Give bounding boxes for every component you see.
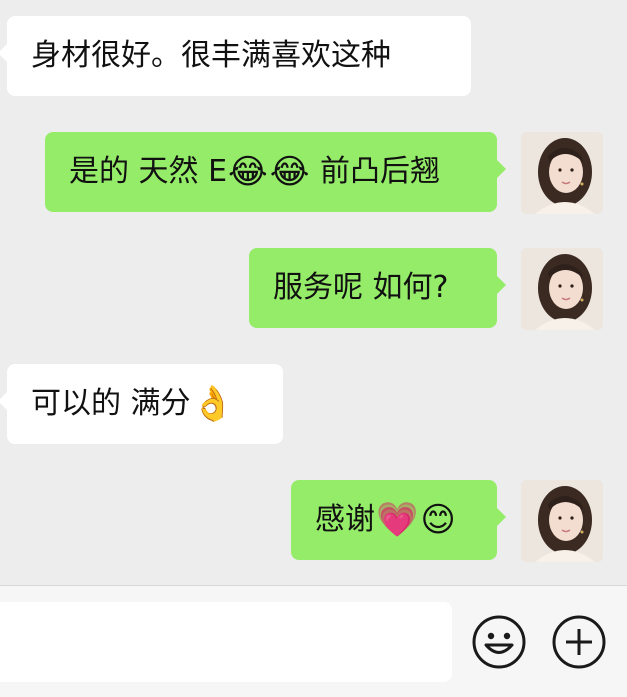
message-text: 可以的 满分 <box>31 386 191 421</box>
smiley-face-icon <box>472 615 526 669</box>
incoming-message-bubble[interactable]: 身材很好。很丰满喜欢这种 <box>0 16 471 96</box>
outgoing-message-bubble[interactable]: 感谢 💗 😊 <box>291 480 506 560</box>
pink-heart-emoji: 💗 <box>376 500 419 540</box>
avatar-portrait <box>521 480 603 562</box>
contact-avatar[interactable] <box>521 132 603 214</box>
avatar-portrait <box>521 248 603 330</box>
outgoing-message-bubble[interactable]: 是的 天然 E 😂 😂 前凸后翘 <box>45 132 506 212</box>
emoji-button[interactable] <box>471 614 527 670</box>
message-input[interactable] <box>0 602 452 682</box>
plus-circle-icon <box>552 615 606 669</box>
message-text: 服务呢 如何? <box>273 270 449 305</box>
tears-of-joy-emoji: 😂 <box>228 152 268 192</box>
avatar-portrait <box>521 132 603 214</box>
contact-avatar[interactable] <box>521 480 603 562</box>
outgoing-message-bubble[interactable]: 服务呢 如何? <box>249 248 506 328</box>
smiling-face-emoji: 😊 <box>420 500 456 540</box>
tears-of-joy-emoji: 😂 <box>269 152 310 192</box>
incoming-message-bubble[interactable]: 可以的 满分 👌 <box>0 364 283 444</box>
message-text: 前凸后翘 <box>310 154 441 189</box>
contact-avatar[interactable] <box>521 248 603 330</box>
message-input-bar <box>0 585 627 697</box>
message-text: 感谢 <box>315 502 375 537</box>
ok-hand-emoji: 👌 <box>191 384 234 424</box>
message-text: 是的 天然 E <box>69 154 228 189</box>
more-button[interactable] <box>551 614 607 670</box>
chat-area: 身材很好。很丰满喜欢这种 是的 天然 E 😂 😂 前凸后翘 服务呢 如何? 可以… <box>0 0 627 585</box>
message-text: 身材很好。很丰满喜欢这种 <box>31 38 391 73</box>
